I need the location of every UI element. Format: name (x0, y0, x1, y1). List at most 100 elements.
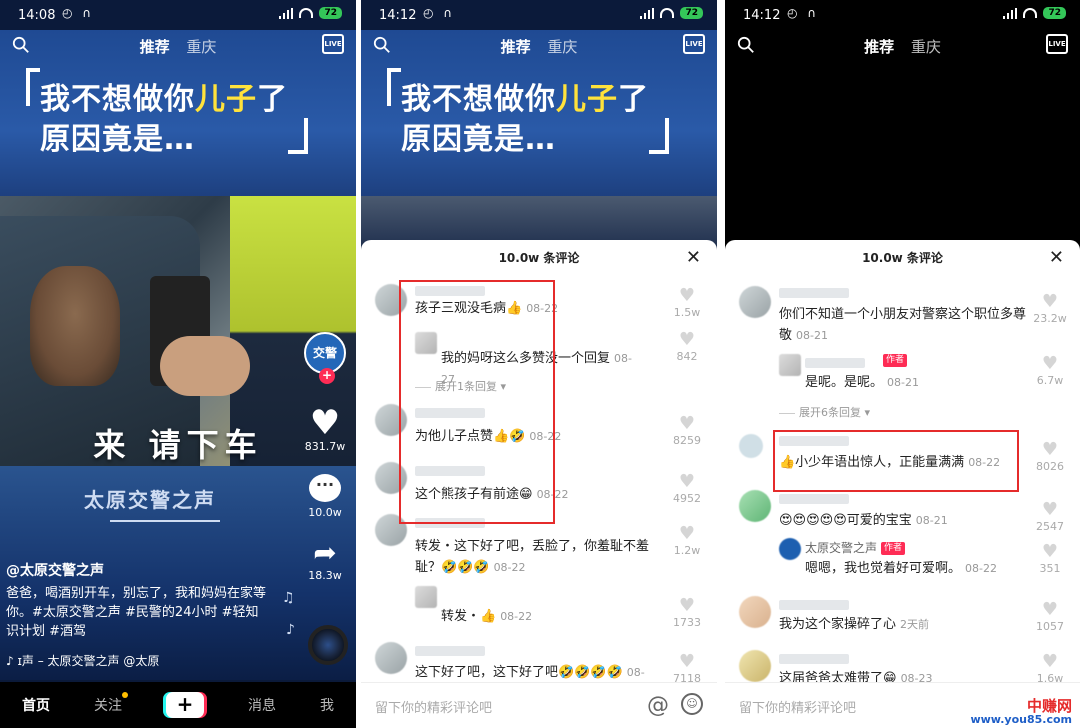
heart-icon: ♥ (678, 651, 696, 672)
status-time: 14:08 (18, 8, 56, 23)
headline-bracket-right (288, 118, 308, 154)
comment-sheet: 10.0w 条评论 ✕ 你们不知道一个小朋友对警察这个职位多尊敬 08-21 ♥ 2… (725, 240, 1080, 728)
avatar[interactable] (739, 596, 771, 628)
comment-block[interactable]: ··· 10.0w (302, 474, 348, 519)
heart-icon: ♥ (1041, 439, 1059, 460)
comment-text: 😍😍😍😍😍可爱的宝宝 08-21 (779, 513, 948, 528)
like-count: 831.7w (304, 440, 346, 453)
comment-username[interactable] (779, 288, 849, 298)
tab-recommend[interactable]: 推荐 (501, 38, 531, 56)
signal-icon (640, 7, 655, 19)
comment-sheet-header: 10.0w 条评论 ✕ (725, 240, 1080, 276)
red-highlight-box (399, 280, 555, 524)
comment-count: 10.0w (308, 506, 342, 519)
live-icon[interactable]: LIVE (1046, 34, 1068, 54)
live-icon[interactable]: LIVE (683, 34, 705, 54)
signal-icon (1003, 7, 1018, 19)
comment-like[interactable]: ♥ 351 (1028, 542, 1072, 576)
status-time: 14:12 (379, 8, 417, 23)
comment-like[interactable]: ♥ 4952 (665, 472, 709, 506)
status-time: 14:12 (743, 8, 781, 23)
nav-messages[interactable]: 消息 (248, 695, 276, 715)
avatar[interactable] (779, 354, 801, 376)
battery-icon: 72 (1043, 7, 1066, 19)
comment-icon[interactable]: ··· (309, 474, 341, 502)
comment-like[interactable]: ♥ 7118 (665, 651, 709, 686)
video-headline: 我不想做你儿子了 原因竟是… (40, 80, 288, 160)
comment-like[interactable]: ♥ 1.5w (665, 286, 709, 320)
notification-dot (122, 692, 128, 698)
avatar[interactable] (375, 642, 407, 674)
comment-username[interactable] (779, 654, 849, 664)
headline-part-c: 了 (257, 82, 288, 117)
comment-input[interactable]: 留下你的精彩评论吧 (739, 697, 856, 716)
comment-username[interactable] (779, 494, 849, 504)
comment-text: 是呢。是呢。 08-21 (805, 375, 919, 390)
tab-city[interactable]: 重庆 (911, 38, 941, 56)
mention-icon[interactable]: @ (647, 693, 669, 718)
headline-part-a: 我不想做你 (40, 82, 195, 117)
avatar[interactable] (739, 490, 771, 522)
author-avatar[interactable] (779, 538, 801, 560)
tab-city[interactable]: 重庆 (547, 38, 577, 56)
comment-like[interactable]: ♥ 2547 (1028, 500, 1072, 534)
nav-home[interactable]: 首页 (22, 695, 50, 715)
video-brand: 太原交警之声 (84, 488, 216, 512)
create-button[interactable]: + (166, 692, 204, 718)
tab-city[interactable]: 重庆 (186, 38, 216, 56)
share-count: 18.3w (308, 569, 342, 582)
tab-recommend[interactable]: 推荐 (864, 38, 894, 56)
status-icons: ◴ ∩ (62, 6, 95, 20)
top-nav: 推荐 重庆 LIVE (361, 32, 717, 60)
heart-icon: ♥ (678, 595, 696, 616)
comment-text: 我为这个家操碎了心 2天前 (779, 617, 930, 632)
emoji-icon[interactable]: ☺ (681, 693, 703, 715)
headline-highlight: 儿子 (195, 82, 257, 117)
live-icon[interactable]: LIVE (322, 34, 344, 54)
avatar[interactable] (739, 286, 771, 318)
avatar[interactable] (415, 586, 437, 608)
comment-text: 嗯嗯，我也觉着好可爱啊。 08-22 (805, 561, 997, 576)
comment-like[interactable]: ♥ 1733 (665, 595, 709, 630)
comment-like[interactable]: ♥ 1.6w (1028, 652, 1072, 686)
comment-username[interactable] (805, 358, 865, 368)
comment-input[interactable]: 留下你的精彩评论吧 (375, 697, 492, 716)
share-arrow-icon[interactable]: ➦ (302, 536, 348, 569)
close-icon[interactable]: ✕ (1049, 240, 1064, 276)
comment-username[interactable] (779, 600, 849, 610)
comment-like[interactable]: ♥ 8026 (1028, 439, 1072, 474)
heart-icon[interactable]: ♥ (302, 406, 348, 440)
comment-like[interactable]: ♥ 23.2w (1028, 292, 1072, 326)
comment-text: 转发・👍 08-22 (441, 609, 533, 624)
nav-follow[interactable]: 关注 (94, 692, 128, 715)
author-avatar[interactable]: 交警 + (304, 332, 346, 384)
comment-like[interactable]: ♥ 1.2w (665, 524, 709, 558)
music-disc-icon[interactable] (308, 625, 348, 665)
heart-icon: ♥ (1041, 599, 1059, 620)
headline-bracket-left (387, 68, 401, 106)
comment-like[interactable]: ♥ 8259 (665, 414, 709, 448)
comment-like[interactable]: ♥ 6.7w (1028, 354, 1072, 388)
status-bar: 14:12 ◴ ∩ 72 (725, 0, 1080, 30)
close-icon[interactable]: ✕ (686, 240, 701, 276)
tab-recommend[interactable]: 推荐 (140, 38, 170, 56)
expand-replies[interactable]: 展开6条回复 ▾ (779, 404, 870, 420)
avatar[interactable] (739, 650, 771, 682)
comment-like[interactable]: ♥ 842 (665, 330, 709, 364)
follow-plus-icon[interactable]: + (319, 368, 335, 384)
nav-me[interactable]: 我 (320, 695, 334, 715)
comment-sheet-header: 10.0w 条评论 ✕ (361, 240, 717, 276)
like-block[interactable]: ♥ 831.7w (302, 406, 348, 453)
comment-input-bar[interactable]: 留下你的精彩评论吧 @ ☺ (361, 682, 717, 728)
post-author[interactable]: @太原交警之声 (6, 562, 266, 581)
comment-username[interactable] (415, 646, 485, 656)
comment-text: 转发・这下好了吧，丢脸了，你羞耻不羞耻？🤣🤣🤣 08-22 (415, 539, 650, 575)
avatar[interactable] (739, 434, 763, 458)
phone-comments-screen-1: 14:12 ◴ ∩ 72 推荐 重庆 LIVE 我不想做你儿子了 原因竟是… 1… (361, 0, 717, 728)
author-avatar-block[interactable]: 交警 + (302, 332, 348, 384)
top-nav: 推荐 重庆 LIVE (0, 32, 356, 60)
top-nav: 推荐 重庆 LIVE (725, 32, 1080, 60)
comment-like[interactable]: ♥ 1057 (1028, 599, 1072, 634)
music-marquee[interactable]: ♪ ɪ声 – 太原交警之声 @太原 (6, 652, 159, 669)
share-block[interactable]: ➦ 18.3w (302, 536, 348, 582)
